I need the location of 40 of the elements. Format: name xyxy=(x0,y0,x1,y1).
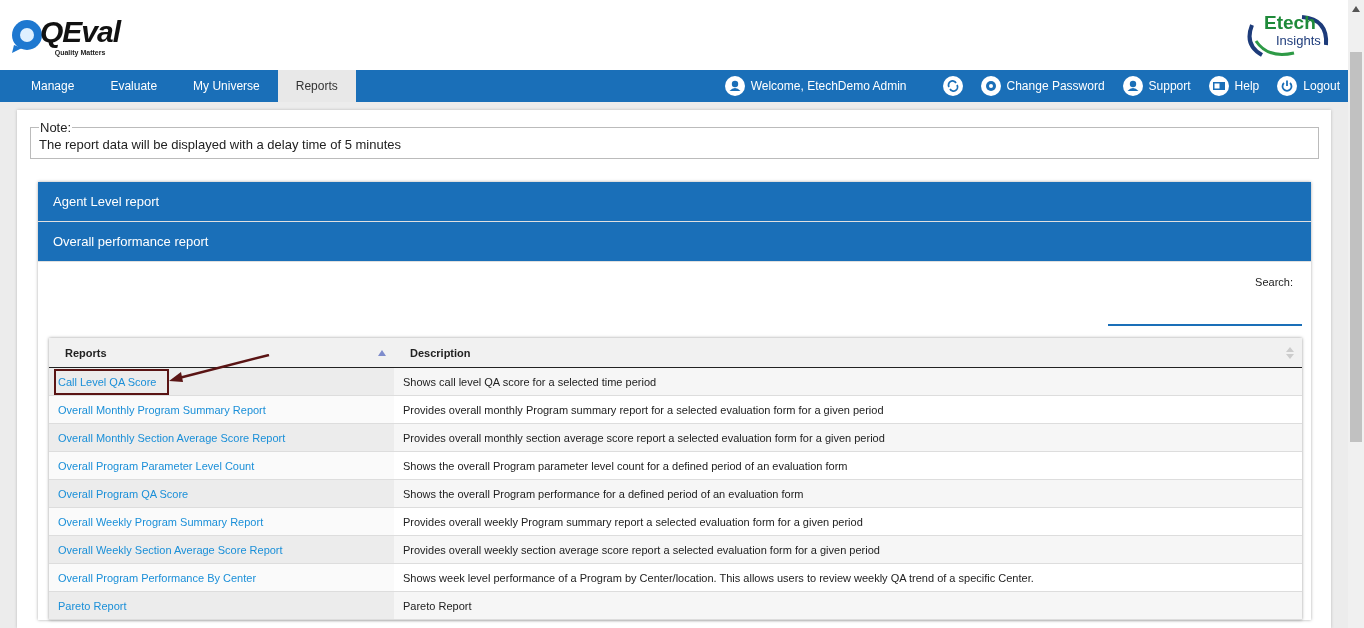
scrollbar[interactable] xyxy=(1348,0,1364,628)
nav-link[interactable] xyxy=(942,76,963,96)
nav-link[interactable]: Support xyxy=(1122,76,1191,96)
power-icon xyxy=(1277,76,1298,96)
column-header[interactable]: Description xyxy=(394,338,1302,368)
scroll-up-icon[interactable] xyxy=(1352,6,1360,12)
report-link[interactable]: Overall Program QA Score xyxy=(58,487,189,500)
table-cell: Shows the overall Program performance for a defined period of an evaluation form xyxy=(394,480,1302,508)
table-cell: Shows week level performance of a Program by Center/location. This allows users to review weekly QA trend of a specific Center. xyxy=(394,564,1302,592)
help-icon xyxy=(1208,76,1229,96)
logo-wordmark: QEval xyxy=(40,14,121,49)
accordion-header[interactable]: Overall performance report xyxy=(38,222,1311,262)
table-cell: Provides overall monthly Program summary report for a selected evaluation form for a given period xyxy=(394,396,1302,424)
table-cell: Shows the overall Program parameter level count for a defined period of an evaluation form xyxy=(394,452,1302,480)
nav-tab[interactable]: Reports xyxy=(277,70,356,102)
accordion-header[interactable]: Agent Level report xyxy=(38,182,1311,222)
settings-icon xyxy=(980,76,1001,96)
table-cell: Shows call level QA score for a selected time period xyxy=(394,368,1302,396)
nav-tab[interactable]: My Universe xyxy=(175,70,278,102)
nav-tab[interactable]: Manage xyxy=(13,70,93,102)
nav-link[interactable]: Help xyxy=(1208,76,1260,96)
table-cell: Provides overall monthly section average score report a selected evaluation form for a given period xyxy=(394,424,1302,452)
logo-wordmark: Etech xyxy=(1264,13,1316,33)
table-cell: Pareto Report xyxy=(394,592,1302,620)
report-link[interactable]: Pareto Report xyxy=(58,599,127,612)
nav-link[interactable]: Change Password xyxy=(980,76,1105,96)
refresh-icon xyxy=(942,76,963,96)
logo-subtitle: Insights xyxy=(1276,33,1321,48)
note-text: The report data will be displayed with a delay time of 5 minutes xyxy=(39,137,402,152)
nav-link[interactable]: Welcome, EtechDemo Admin xyxy=(724,76,907,96)
table-cell: Provides overall weekly Program summary report a selected evaluation form for a given period xyxy=(394,508,1302,536)
table-cell: Provides overall weekly section average score report a selected evaluation form for a given period xyxy=(394,536,1302,564)
search-label: Search: xyxy=(1255,276,1293,288)
report-link[interactable]: Call Level QA Score xyxy=(58,375,157,388)
column-header[interactable]: Reports xyxy=(49,338,394,368)
nav-tab[interactable]: Evaluate xyxy=(92,70,176,102)
note-legend: Note: xyxy=(39,120,73,135)
nav-link[interactable]: Logout xyxy=(1277,76,1340,96)
scrollbar-thumb[interactable] xyxy=(1350,52,1362,442)
user-icon xyxy=(724,76,745,96)
